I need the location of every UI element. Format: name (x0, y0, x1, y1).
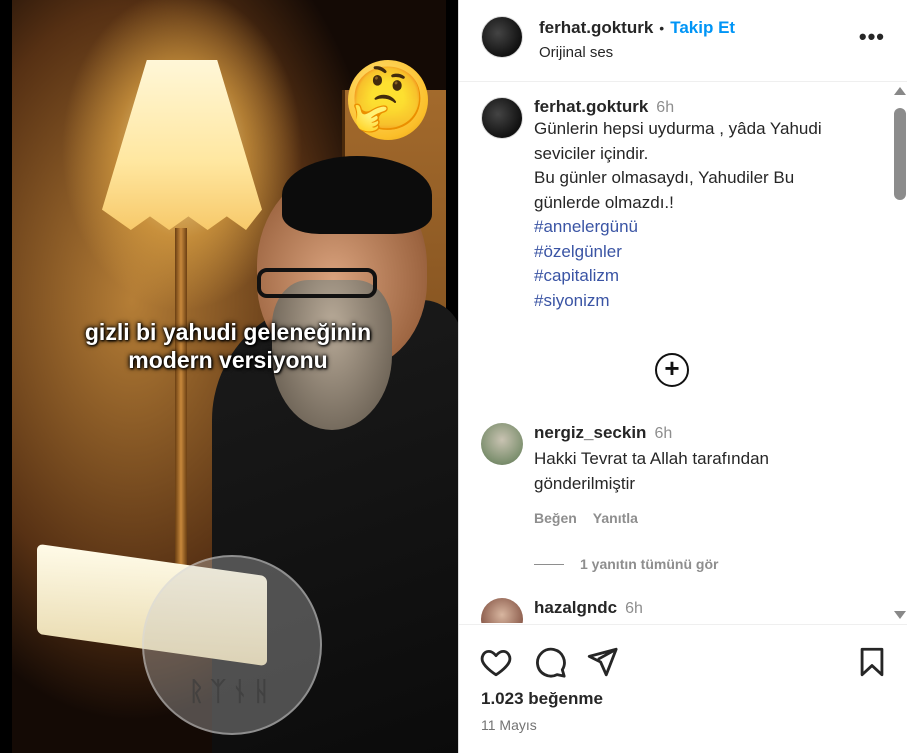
separator-dot: • (659, 20, 665, 36)
hashtag-link[interactable]: #özelgünler (534, 240, 864, 265)
author-username[interactable]: ferhat.gokturk (539, 18, 653, 38)
like-count[interactable]: 1.023 beğenme (481, 689, 603, 709)
caption-time[interactable]: 6h (656, 99, 674, 116)
commenter-username[interactable]: nergiz_seckin (534, 423, 646, 442)
caption-line: seviciler içindir. (534, 143, 649, 163)
comments-scroll-area[interactable]: ferhat.gokturk 6h Günlerin hepsi uydurma … (459, 83, 907, 623)
reply-button[interactable]: Yanıtla (593, 510, 638, 526)
view-replies[interactable]: 1 yanıtın tümünü gör (534, 556, 718, 572)
commenter-username[interactable]: hazalgndc (534, 598, 617, 617)
audio-label[interactable]: Orijinal ses (539, 44, 735, 61)
commenter-avatar[interactable] (481, 423, 523, 465)
hashtag-link[interactable]: #capitalizm (534, 264, 864, 289)
post-viewer: ᚱᛉᚾᚺ gizli bi yahudi geleneğinin modern … (0, 0, 907, 753)
video-overlay-text: gizli bi yahudi geleneğinin modern versi… (38, 318, 418, 374)
load-more-comments-icon[interactable]: + (655, 353, 689, 387)
comment-time[interactable]: 6h (625, 600, 643, 617)
post-caption: ferhat.gokturk 6h Günlerin hepsi uydurma … (459, 83, 907, 313)
post-footer: 1.023 beğenme 11 Mayıs (459, 624, 907, 753)
caption-line: Günlerin hepsi uydurma , yâda Yahudi (534, 119, 822, 138)
comment-item: nergiz_seckin 6h Hakki Tevrat ta Allah ta… (481, 423, 864, 526)
scroll-down-arrow-icon[interactable] (894, 611, 906, 619)
post-header: ferhat.gokturk • Takip Et Orijinal ses •… (459, 0, 907, 82)
replies-divider (534, 563, 564, 565)
lamp-shade (102, 60, 262, 230)
post-date[interactable]: 11 Mayıs (481, 717, 537, 733)
author-info: ferhat.gokturk • Takip Et Orijinal ses (539, 18, 735, 61)
hashtag-link[interactable]: #annelergünü (534, 215, 864, 240)
heart-icon[interactable] (479, 645, 513, 679)
author-avatar[interactable] (481, 16, 523, 58)
comment-body: hazalgndc 6h (534, 598, 864, 623)
comment-body: nergiz_seckin 6h Hakki Tevrat ta Allah ta… (534, 423, 864, 526)
caption-line: Bu günler olmasaydı, Yahudiler Bu (534, 168, 795, 187)
commenter-avatar[interactable] (481, 598, 523, 623)
comment-text: Hakki Tevrat ta Allah tarafından gönderi… (534, 446, 864, 496)
post-media[interactable]: ᚱᛉᚾᚺ gizli bi yahudi geleneğinin modern … (0, 0, 458, 753)
share-icon[interactable] (585, 645, 619, 679)
comment-actions: Beğen Yanıtla (534, 510, 864, 526)
person-glasses (257, 268, 377, 298)
scrollbar-thumb[interactable] (894, 108, 906, 200)
like-comment-button[interactable]: Beğen (534, 510, 577, 526)
post-side-panel: ferhat.gokturk • Takip Et Orijinal ses •… (458, 0, 907, 753)
caption-line: günlerde olmazdı.! (534, 192, 674, 212)
view-replies-label[interactable]: 1 yanıtın tümünü gör (580, 556, 718, 572)
comment-line: Hakki Tevrat ta Allah tarafından (534, 449, 769, 468)
watermark-logo: ᚱᛉᚾᚺ (142, 555, 322, 735)
scroll-up-arrow-icon[interactable] (894, 87, 906, 95)
person-hat (282, 156, 432, 234)
hashtag-link[interactable]: #siyonizm (534, 289, 864, 314)
overlay-line-2: modern versiyonu (128, 347, 328, 373)
caption-username[interactable]: ferhat.gokturk (534, 97, 648, 116)
action-bar (459, 625, 907, 691)
overlay-line-1: gizli bi yahudi geleneğinin (84, 319, 372, 345)
comment-icon[interactable] (533, 645, 567, 679)
scrollbar[interactable] (891, 83, 907, 623)
comment-item: hazalgndc 6h (481, 598, 864, 623)
comment-time[interactable]: 6h (654, 425, 672, 442)
bookmark-icon[interactable] (855, 645, 889, 679)
watermark-runes: ᚱᛉᚾᚺ (188, 677, 276, 707)
caption-body: ferhat.gokturk 6h Günlerin hepsi uydurma … (534, 97, 864, 313)
thinking-face-emoji-icon: 🤔 (348, 60, 428, 140)
caption-avatar[interactable] (481, 97, 523, 139)
comment-line: gönderilmiştir (534, 474, 636, 493)
lamp-pole (175, 228, 187, 568)
more-options-icon[interactable]: ••• (859, 26, 885, 48)
follow-button[interactable]: Takip Et (670, 18, 735, 38)
